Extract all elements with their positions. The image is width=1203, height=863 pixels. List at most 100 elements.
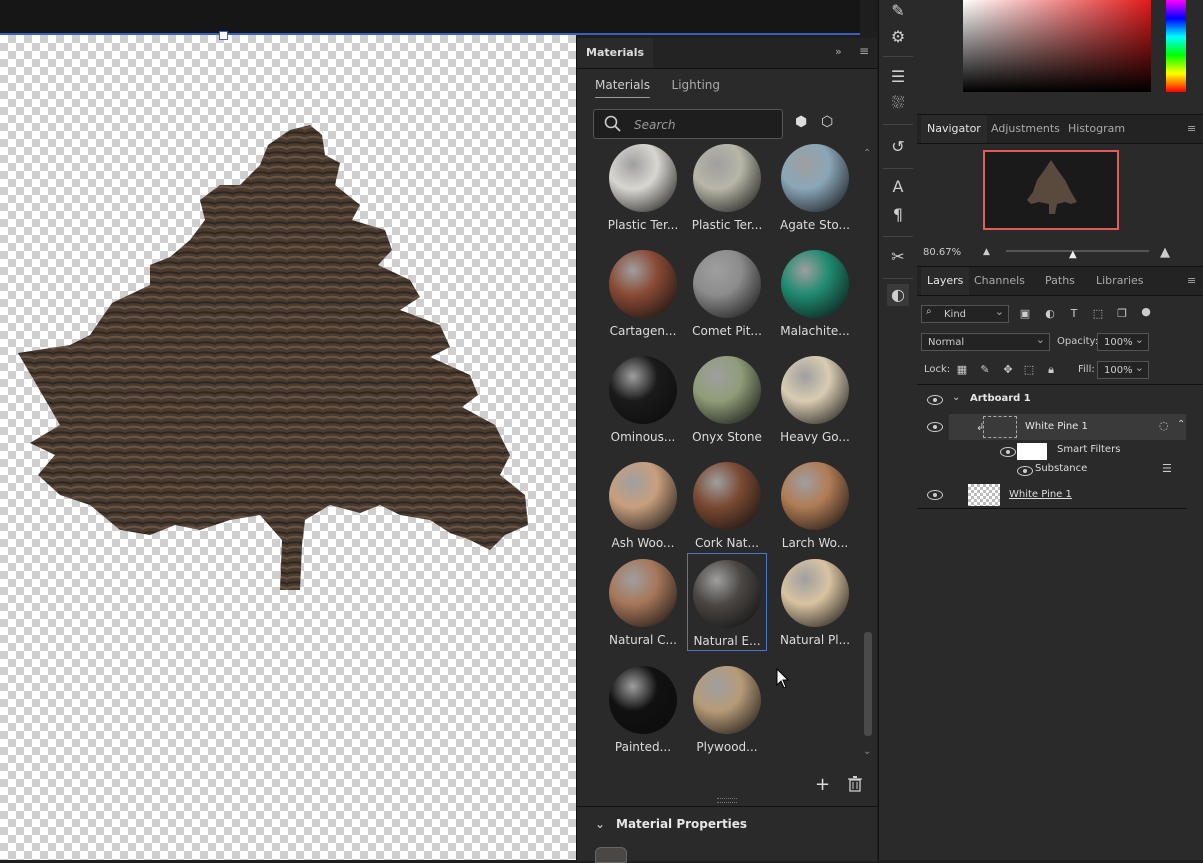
zoom-slider-thumb[interactable]: ▲ — [1069, 249, 1077, 260]
material-item[interactable]: Comet Pit... — [687, 244, 767, 342]
lock-position-icon[interactable]: ✥ — [1001, 363, 1015, 377]
plus-icon[interactable]: + — [815, 774, 830, 795]
tool-separator — [883, 236, 913, 237]
scroll-up-icon[interactable]: ⌃ — [863, 148, 871, 159]
blend-mode-select[interactable]: Normal — [921, 331, 1050, 351]
stamp-icon[interactable]: ⛆ — [887, 92, 909, 114]
layer-row-artboard[interactable]: ⌄ Artboard 1 — [920, 387, 1186, 413]
material-item[interactable]: Ominous... — [603, 350, 683, 448]
lock-pixels-icon[interactable]: ✎ — [978, 363, 992, 377]
tab-paths[interactable]: Paths — [1039, 267, 1081, 295]
chevron-up-icon[interactable]: ⌃ — [1177, 419, 1185, 430]
color-picker-field[interactable] — [963, 0, 1151, 92]
image-filter-icon[interactable]: ▣ — [1018, 307, 1032, 321]
properties-sliders-icon[interactable]: ⚙ — [887, 26, 909, 48]
zoom-out-icon[interactable]: ▲ — [983, 247, 990, 257]
layer-row-smart-object[interactable]: White Pine 1 ◌ ⌃ — [949, 414, 1186, 440]
material-item[interactable]: Larch Wo... — [775, 456, 855, 554]
material-properties-title[interactable]: Material Properties — [616, 817, 747, 831]
adjustment-filter-icon[interactable]: ◐ — [1043, 307, 1057, 321]
material-item[interactable]: Heavy Go... — [775, 350, 855, 448]
layers-menu-icon[interactable]: ≡ — [1181, 267, 1202, 295]
layer-name: White Pine 1 — [1009, 489, 1072, 500]
visibility-eye-icon[interactable] — [1017, 466, 1033, 476]
canvas[interactable] — [0, 35, 576, 860]
tab-navigator[interactable]: Navigator — [921, 115, 987, 143]
visibility-eye-icon[interactable] — [927, 422, 943, 432]
material-properties-section: ⌄ Material Properties — [577, 806, 877, 863]
zoom-slider[interactable] — [1006, 250, 1149, 252]
material-item[interactable]: Agate Sto... — [775, 138, 855, 236]
opacity-input[interactable]: 100% — [1097, 331, 1149, 351]
tab-channels[interactable]: Channels — [968, 267, 1031, 295]
opacity-label: Opacity: — [1057, 336, 1099, 347]
brush-icon[interactable]: ✎ — [887, 0, 909, 22]
material-item[interactable]: Malachite... — [775, 244, 855, 342]
scroll-down-icon[interactable]: ⌄ — [863, 746, 871, 757]
visibility-eye-icon[interactable] — [927, 490, 943, 500]
material-item[interactable]: Ash Woo... — [603, 456, 683, 554]
scrollbar-thumb[interactable] — [864, 632, 872, 736]
material-item[interactable]: Plastic Ter... — [603, 138, 683, 236]
trash-icon[interactable] — [848, 776, 862, 795]
material-item[interactable]: Natural Pl... — [775, 553, 855, 651]
material-item[interactable]: Plywood... — [687, 660, 767, 758]
history-icon[interactable]: ↺ — [887, 136, 909, 158]
collapse-panel-icon[interactable]: » — [835, 45, 842, 58]
type-filter-icon[interactable]: T — [1067, 307, 1081, 321]
lock-artboard-icon[interactable]: ⬚ — [1022, 363, 1036, 377]
panel-menu-icon[interactable]: ≡ — [859, 44, 869, 58]
shape-filter-icon[interactable]: ⬚ — [1091, 307, 1105, 321]
material-item[interactable]: Painted... — [603, 660, 683, 758]
material-item[interactable]: Onyx Stone — [687, 350, 767, 448]
material-item[interactable]: Cork Nat... — [687, 456, 767, 554]
tab-histogram[interactable]: Histogram — [1062, 115, 1131, 143]
materials-sphere-icon[interactable]: ◐ — [887, 284, 909, 306]
layer-row-base[interactable]: White Pine 1 — [920, 482, 1186, 508]
material-item[interactable]: Cartagen... — [603, 244, 683, 342]
fill-input[interactable]: 100% — [1097, 359, 1149, 379]
visibility-eye-icon[interactable] — [1000, 447, 1016, 457]
subtab-lighting[interactable]: Lighting — [672, 78, 721, 97]
filter-kind-select[interactable]: Kind — [921, 303, 1009, 323]
adjust-sliders-icon[interactable]: ☰ — [887, 66, 909, 88]
transform-handle[interactable] — [219, 31, 228, 40]
material-label: Agate Sto... — [780, 218, 850, 232]
material-label: Plastic Ter... — [607, 218, 679, 232]
smart-object-filter-icon[interactable]: ❐ — [1115, 307, 1129, 321]
lock-all-icon[interactable]: 🔒︎ — [1044, 363, 1058, 377]
resize-grip[interactable] — [717, 798, 737, 803]
clip-arrow-icon: ↲ — [976, 422, 985, 433]
filter-toggle-icon[interactable]: ● — [1139, 305, 1153, 319]
lock-transparent-icon[interactable]: ▦ — [955, 363, 969, 377]
material-label: Heavy Go... — [780, 430, 850, 444]
tab-adjustments[interactable]: Adjustments — [985, 115, 1066, 143]
material-item[interactable]: Natural E... — [687, 553, 767, 651]
filter-options-icon[interactable]: ☰ — [1162, 462, 1172, 475]
subtab-materials[interactable]: Materials — [595, 78, 651, 98]
cube-icon[interactable]: ⬢ — [795, 114, 807, 130]
filter-mask-thumbnail[interactable] — [1017, 443, 1047, 460]
navigator-menu-icon[interactable]: ≡ — [1181, 115, 1202, 143]
material-item[interactable]: Natural C... — [603, 553, 683, 651]
tab-layers[interactable]: Layers — [921, 267, 970, 295]
search-input[interactable] — [632, 115, 776, 135]
visibility-eye-icon[interactable] — [927, 395, 943, 405]
hue-slider[interactable] — [1166, 0, 1186, 92]
add-cube-icon[interactable]: ⬡ — [821, 114, 833, 130]
tab-libraries[interactable]: Libraries — [1090, 267, 1150, 295]
material-label: Malachite... — [780, 324, 850, 338]
tools-icon[interactable]: ✂ — [887, 246, 909, 268]
zoom-in-icon[interactable]: ▲ — [1160, 245, 1170, 260]
paragraph-icon[interactable]: ¶ — [887, 204, 909, 226]
material-sphere-preview — [693, 356, 761, 424]
navigator-preview[interactable] — [983, 150, 1119, 230]
panel-tab-materials[interactable]: Materials — [577, 38, 654, 68]
character-icon[interactable]: A — [887, 176, 909, 198]
chevron-down-icon[interactable]: ⌄ — [595, 817, 605, 831]
material-label: Onyx Stone — [692, 430, 762, 444]
material-item[interactable]: Plastic Ter... — [687, 138, 767, 236]
material-sphere-preview — [781, 356, 849, 424]
smart-filter-link-icon[interactable]: ◌ — [1159, 419, 1169, 432]
chevron-down-icon[interactable]: ⌄ — [952, 392, 960, 403]
